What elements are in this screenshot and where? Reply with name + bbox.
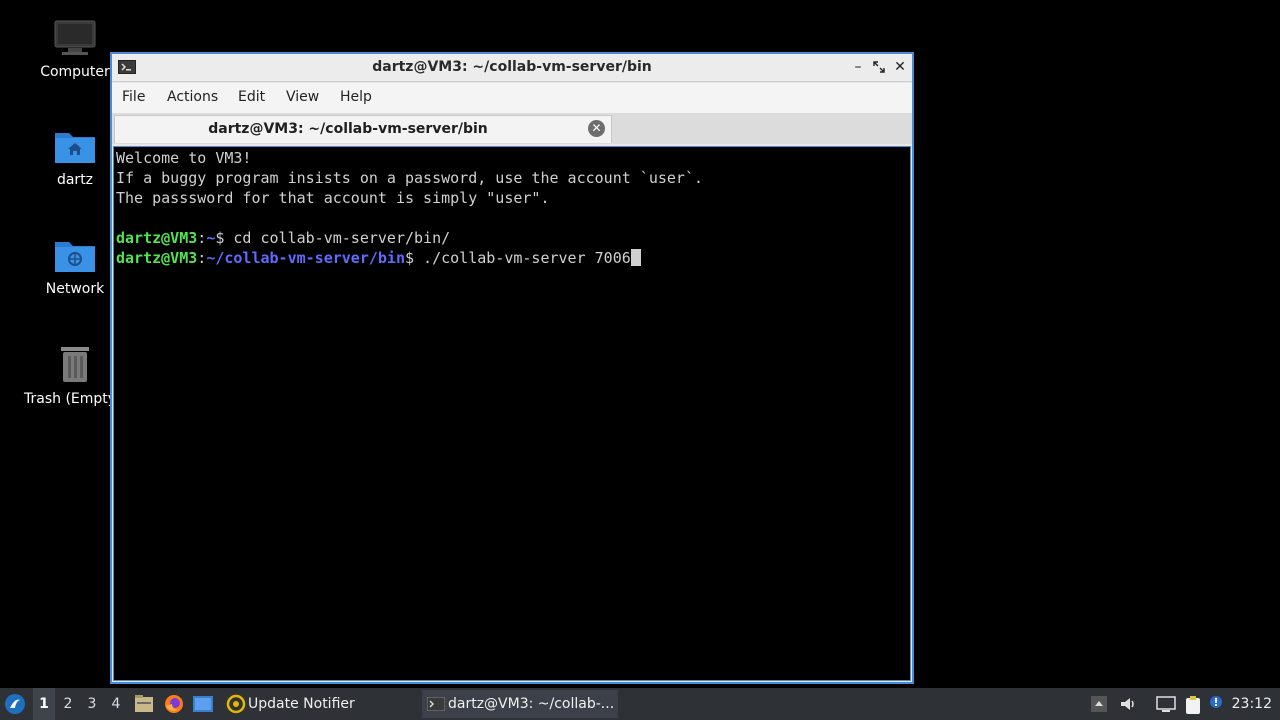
terminal-tab[interactable]: dartz@VM3: ~/collab-vm-server/bin ✕ (114, 115, 612, 143)
menu-actions[interactable]: Actions (167, 89, 218, 105)
terminal-window: dartz@VM3: ~/collab-vm-server/bin – ✕ Fi… (110, 52, 914, 684)
tray-expand-icon[interactable] (1091, 695, 1109, 713)
desktop-switch-2[interactable]: 2 (57, 688, 79, 720)
terminal-prompt-line: dartz@VM3:~$ cd collab-vm-server/bin/ (116, 228, 908, 248)
lubuntu-logo-icon (5, 694, 25, 714)
prompt-command: $ ./collab-vm-server 7006 (405, 249, 631, 267)
network-status-icon[interactable] (1156, 695, 1176, 713)
desktop-icon-trash[interactable]: Trash (Empty) (24, 345, 122, 407)
task-label: dartz@VM3: ~/collab-... (448, 696, 615, 712)
terminal-task-icon (427, 697, 445, 711)
desktop-icon-label: dartz (56, 172, 94, 188)
terminal-line: Welcome to VM3! (116, 149, 252, 167)
prompt-path: ~/collab-vm-server/bin (206, 249, 405, 267)
tab-close-icon[interactable]: ✕ (588, 120, 605, 137)
file-manager-launcher-icon[interactable] (134, 688, 154, 720)
prompt-path: ~ (206, 229, 216, 247)
desktop-switch-4[interactable]: 4 (105, 688, 127, 720)
desktop-icon-computer[interactable]: Computer (30, 20, 120, 80)
close-icon[interactable]: ✕ (892, 59, 908, 75)
menu-edit[interactable]: Edit (238, 89, 265, 105)
clock[interactable]: 23:12 (1232, 688, 1272, 720)
prompt-user: dartz@VM3 (116, 229, 198, 247)
text-cursor (630, 249, 641, 266)
start-menu-button[interactable] (4, 688, 28, 720)
update-alert-icon[interactable] (1209, 695, 1223, 713)
menu-bar: File Actions Edit View Help (112, 83, 912, 113)
menu-view[interactable]: View (286, 89, 319, 105)
volume-icon[interactable] (1119, 695, 1137, 713)
show-desktop-icon[interactable] (193, 688, 215, 720)
terminal-line: If a buggy program insists on a password… (116, 169, 703, 187)
taskbar-task-terminal[interactable]: dartz@VM3: ~/collab-... (422, 690, 618, 718)
desktop-icon-label: Network (45, 281, 105, 297)
minimize-icon[interactable]: – (850, 59, 866, 75)
terminal-line: The passsword for that account is simply… (116, 189, 550, 207)
update-notifier-icon (226, 694, 246, 714)
terminal-output[interactable]: Welcome to VM3! If a buggy program insis… (113, 146, 911, 681)
tab-label: dartz@VM3: ~/collab-vm-server/bin (208, 121, 488, 137)
desktop-switch-1[interactable]: 1 (33, 688, 55, 720)
desktop-icon-home[interactable]: dartz (30, 128, 120, 188)
trash-icon (30, 345, 120, 387)
terminal-prompt-line: dartz@VM3:~/collab-vm-server/bin$ ./coll… (116, 248, 908, 268)
window-titlebar[interactable]: dartz@VM3: ~/collab-vm-server/bin – ✕ (112, 54, 912, 82)
menu-file[interactable]: File (122, 89, 145, 105)
maximize-icon[interactable] (871, 59, 887, 75)
desktop-icon-label: Computer (40, 64, 110, 80)
prompt-command: $ cd collab-vm-server/bin/ (215, 229, 451, 247)
prompt-user: dartz@VM3 (116, 249, 198, 267)
desktop: Computer dartz Network Trash (Empty) dar… (0, 0, 1280, 720)
computer-icon (30, 20, 120, 60)
tab-bar: dartz@VM3: ~/collab-vm-server/bin ✕ (112, 113, 912, 144)
prompt-separator: : (197, 229, 207, 247)
home-folder-icon (30, 128, 120, 168)
task-label: Update Notifier (248, 696, 355, 712)
network-folder-icon (30, 237, 120, 277)
desktop-icon-network[interactable]: Network (30, 237, 120, 297)
taskbar-task-update-notifier[interactable]: Update Notifier (222, 690, 412, 718)
window-title: dartz@VM3: ~/collab-vm-server/bin (372, 59, 652, 75)
clipboard-icon[interactable] (1183, 695, 1201, 714)
desktop-icon-label: Trash (Empty) (24, 391, 122, 407)
desktop-switch-3[interactable]: 3 (81, 688, 103, 720)
taskbar: 1 2 3 4 Update Notifier dartz@VM3: ~/col… (0, 688, 1280, 720)
prompt-separator: : (197, 249, 207, 267)
firefox-launcher-icon[interactable] (164, 688, 184, 720)
menu-help[interactable]: Help (340, 89, 372, 105)
